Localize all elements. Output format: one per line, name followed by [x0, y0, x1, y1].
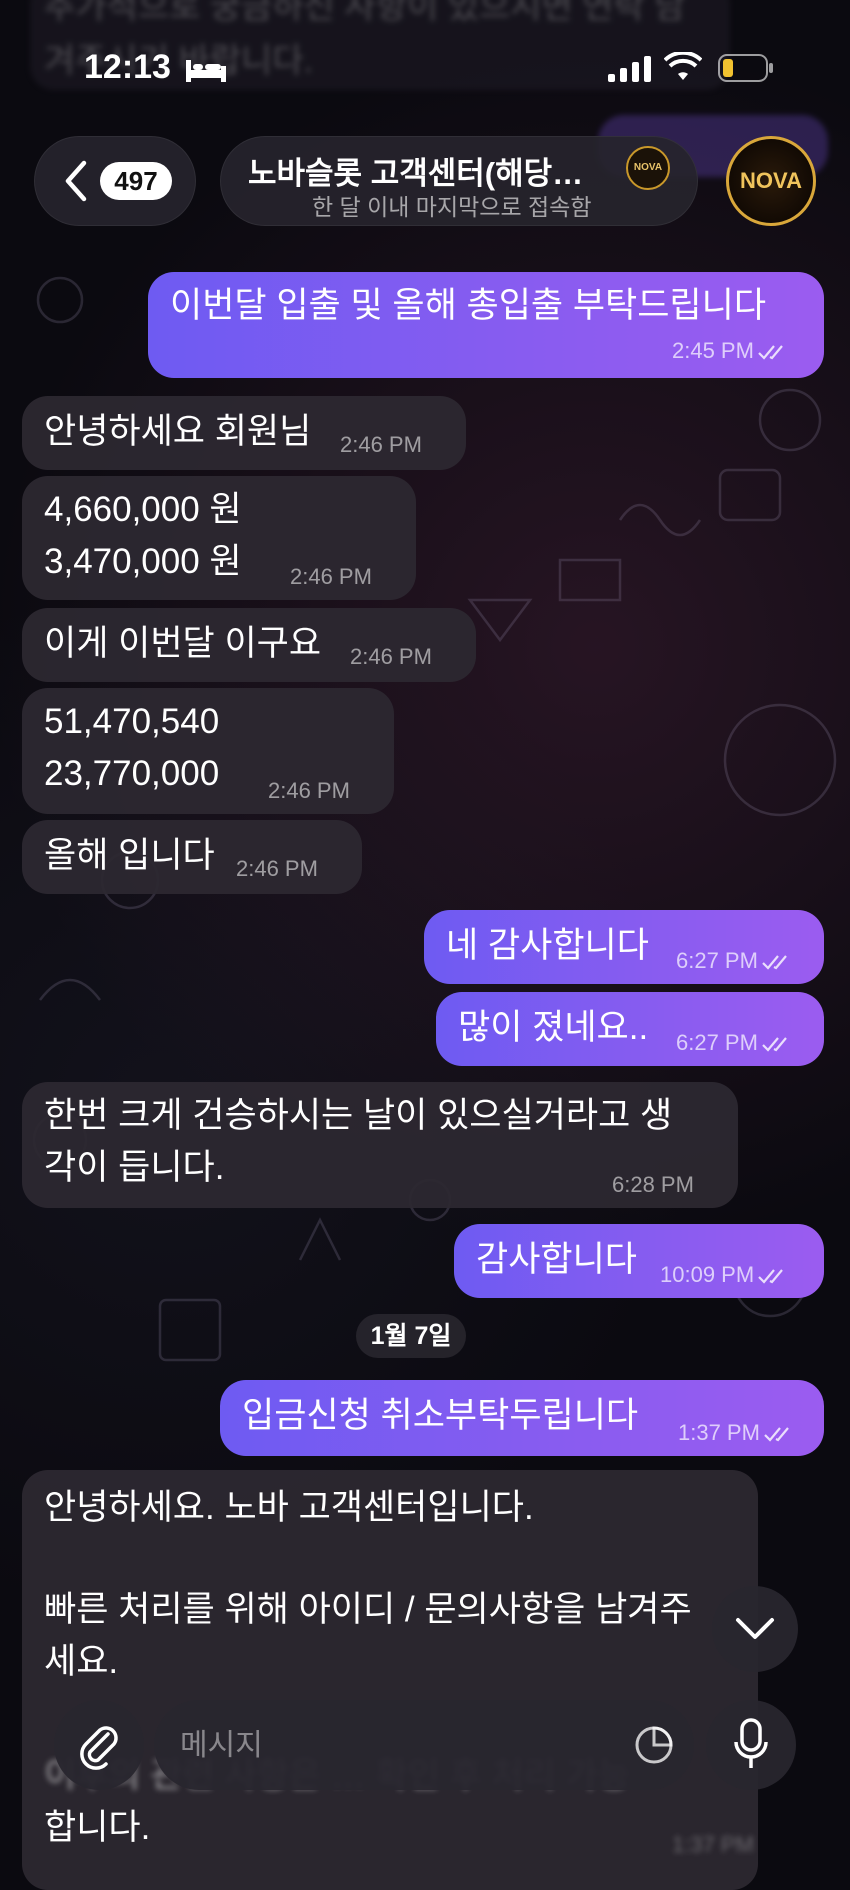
- message-text-line: 4,660,000 원: [44, 490, 242, 529]
- message-time: 10:09 PM: [660, 1262, 755, 1287]
- message-text: 네 감사합니다: [446, 926, 649, 965]
- chevron-left-icon: [65, 160, 87, 202]
- back-button[interactable]: 497: [34, 136, 196, 226]
- message-text-line: 각이 듭니다.: [44, 1148, 225, 1187]
- message-time: 2:46 PM: [290, 564, 372, 589]
- status-time: 12:13: [84, 48, 171, 86]
- message-bubble-outgoing[interactable]: 입금신청 취소부탁두립니다 1:37 PM: [220, 1380, 824, 1456]
- paperclip-icon: [80, 1726, 118, 1770]
- unread-count-badge: 497: [100, 162, 172, 200]
- message-bubble-outgoing[interactable]: 감사합니다 10:09 PM: [454, 1224, 824, 1298]
- message-text-line: 3,470,000 원: [44, 542, 242, 581]
- double-check-icon: [764, 1427, 789, 1442]
- bed-icon: [186, 60, 226, 82]
- message-bubble-incoming[interactable]: 올해 입니다 2:46 PM: [22, 820, 362, 894]
- message-text-line: 빠른 처리를 위해 아이디 / 문의사항을 남겨주: [44, 1590, 692, 1629]
- message-time: 2:46 PM: [236, 856, 318, 881]
- battery-icon: [718, 54, 773, 82]
- wifi-icon: [664, 52, 702, 80]
- date-separator: 1월 7일: [356, 1314, 466, 1358]
- double-check-icon: [762, 955, 787, 970]
- status-bar: 12:13: [0, 0, 850, 110]
- message-bubble-incoming[interactable]: 51,470,540 23,770,000 2:46 PM: [22, 688, 394, 814]
- message-time: 2:46 PM: [340, 432, 422, 457]
- message-text: 이게 이번달 이구요: [44, 624, 322, 663]
- message-time: 2:46 PM: [268, 778, 350, 803]
- verified-logo-icon: NOVA: [626, 146, 670, 190]
- message-bubble-incoming[interactable]: 4,660,000 원 3,470,000 원 2:46 PM: [22, 476, 416, 600]
- message-bubble-incoming[interactable]: 이게 이번달 이구요 2:46 PM: [22, 608, 476, 682]
- signal-icon: [608, 56, 651, 82]
- message-text-line: 안녕하세요. 노바 고객센터입니다.: [44, 1488, 534, 1527]
- double-check-icon: [758, 1269, 784, 1284]
- message-bubble-outgoing[interactable]: 네 감사합니다 6:27 PM: [424, 910, 824, 984]
- chat-avatar[interactable]: NOVA: [726, 136, 816, 226]
- message-time: 1:37 PM: [672, 1832, 754, 1857]
- message-text: 감사합니다: [476, 1240, 638, 1279]
- message-text: 이번달 입출 및 올해 총입출 부탁드립니다: [170, 286, 767, 325]
- message-text: 많이 졌네요..: [458, 1008, 649, 1047]
- last-seen-status: 한 달 이내 마지막으로 접속함: [312, 194, 592, 220]
- message-bubble-outgoing[interactable]: 많이 졌네요.. 6:27 PM: [436, 992, 824, 1066]
- chat-title: 노바슬롯 고객센터(해당…: [248, 156, 584, 191]
- message-input-container[interactable]: [154, 1700, 694, 1790]
- message-bubble-incoming[interactable]: 안녕하세요 회원님 2:46 PM: [22, 396, 466, 470]
- message-text-line: 세요.: [44, 1642, 119, 1681]
- microphone-icon: [734, 1718, 768, 1768]
- double-check-icon: [758, 345, 783, 360]
- voice-record-button[interactable]: [706, 1700, 796, 1790]
- scroll-to-bottom-button[interactable]: [712, 1586, 798, 1672]
- message-text: 올해 입니다: [44, 836, 215, 875]
- message-text: 안녕하세요 회원님: [44, 412, 312, 451]
- chat-header-info[interactable]: 노바슬롯 고객센터(해당… 한 달 이내 마지막으로 접속함 NOVA: [220, 136, 698, 226]
- message-bubble-incoming[interactable]: 한번 크게 건승하시는 날이 있으실거라고 생 각이 듭니다. 6:28 PM: [22, 1082, 738, 1208]
- message-meta: 2:45 PM: [672, 338, 788, 364]
- message-time: 6:28 PM: [612, 1172, 694, 1197]
- message-meta: 6:27 PM: [676, 1030, 792, 1056]
- message-text-line: 51,470,540: [44, 702, 220, 741]
- message-meta: 6:27 PM: [676, 948, 792, 974]
- message-meta: 1:37 PM: [678, 1420, 794, 1446]
- message-input[interactable]: [178, 1718, 602, 1774]
- attach-button[interactable]: [54, 1700, 144, 1790]
- message-text: 입금신청 취소부탁두립니다: [242, 1396, 639, 1435]
- message-bubble-outgoing[interactable]: 이번달 입출 및 올해 총입출 부탁드립니다 2:45 PM: [148, 272, 824, 378]
- sticker-icon[interactable]: [634, 1725, 674, 1765]
- message-text-line: 합니다.: [44, 1808, 151, 1847]
- message-bubble-incoming[interactable]: 안녕하세요. 노바 고객센터입니다. 빠른 처리를 위해 아이디 / 문의사항을…: [22, 1470, 758, 1890]
- message-time: 6:27 PM: [676, 1030, 758, 1055]
- message-time: 1:37 PM: [678, 1420, 760, 1445]
- chevron-down-icon: [736, 1618, 774, 1639]
- message-text-line: 한번 크게 건승하시는 날이 있으실거라고 생: [44, 1096, 673, 1135]
- double-check-icon: [762, 1037, 787, 1052]
- message-text-line: 23,770,000: [44, 754, 220, 793]
- message-time: 2:45 PM: [672, 338, 754, 363]
- message-time: 2:46 PM: [350, 644, 432, 669]
- message-meta: 10:09 PM: [660, 1262, 788, 1288]
- message-time: 6:27 PM: [676, 948, 758, 973]
